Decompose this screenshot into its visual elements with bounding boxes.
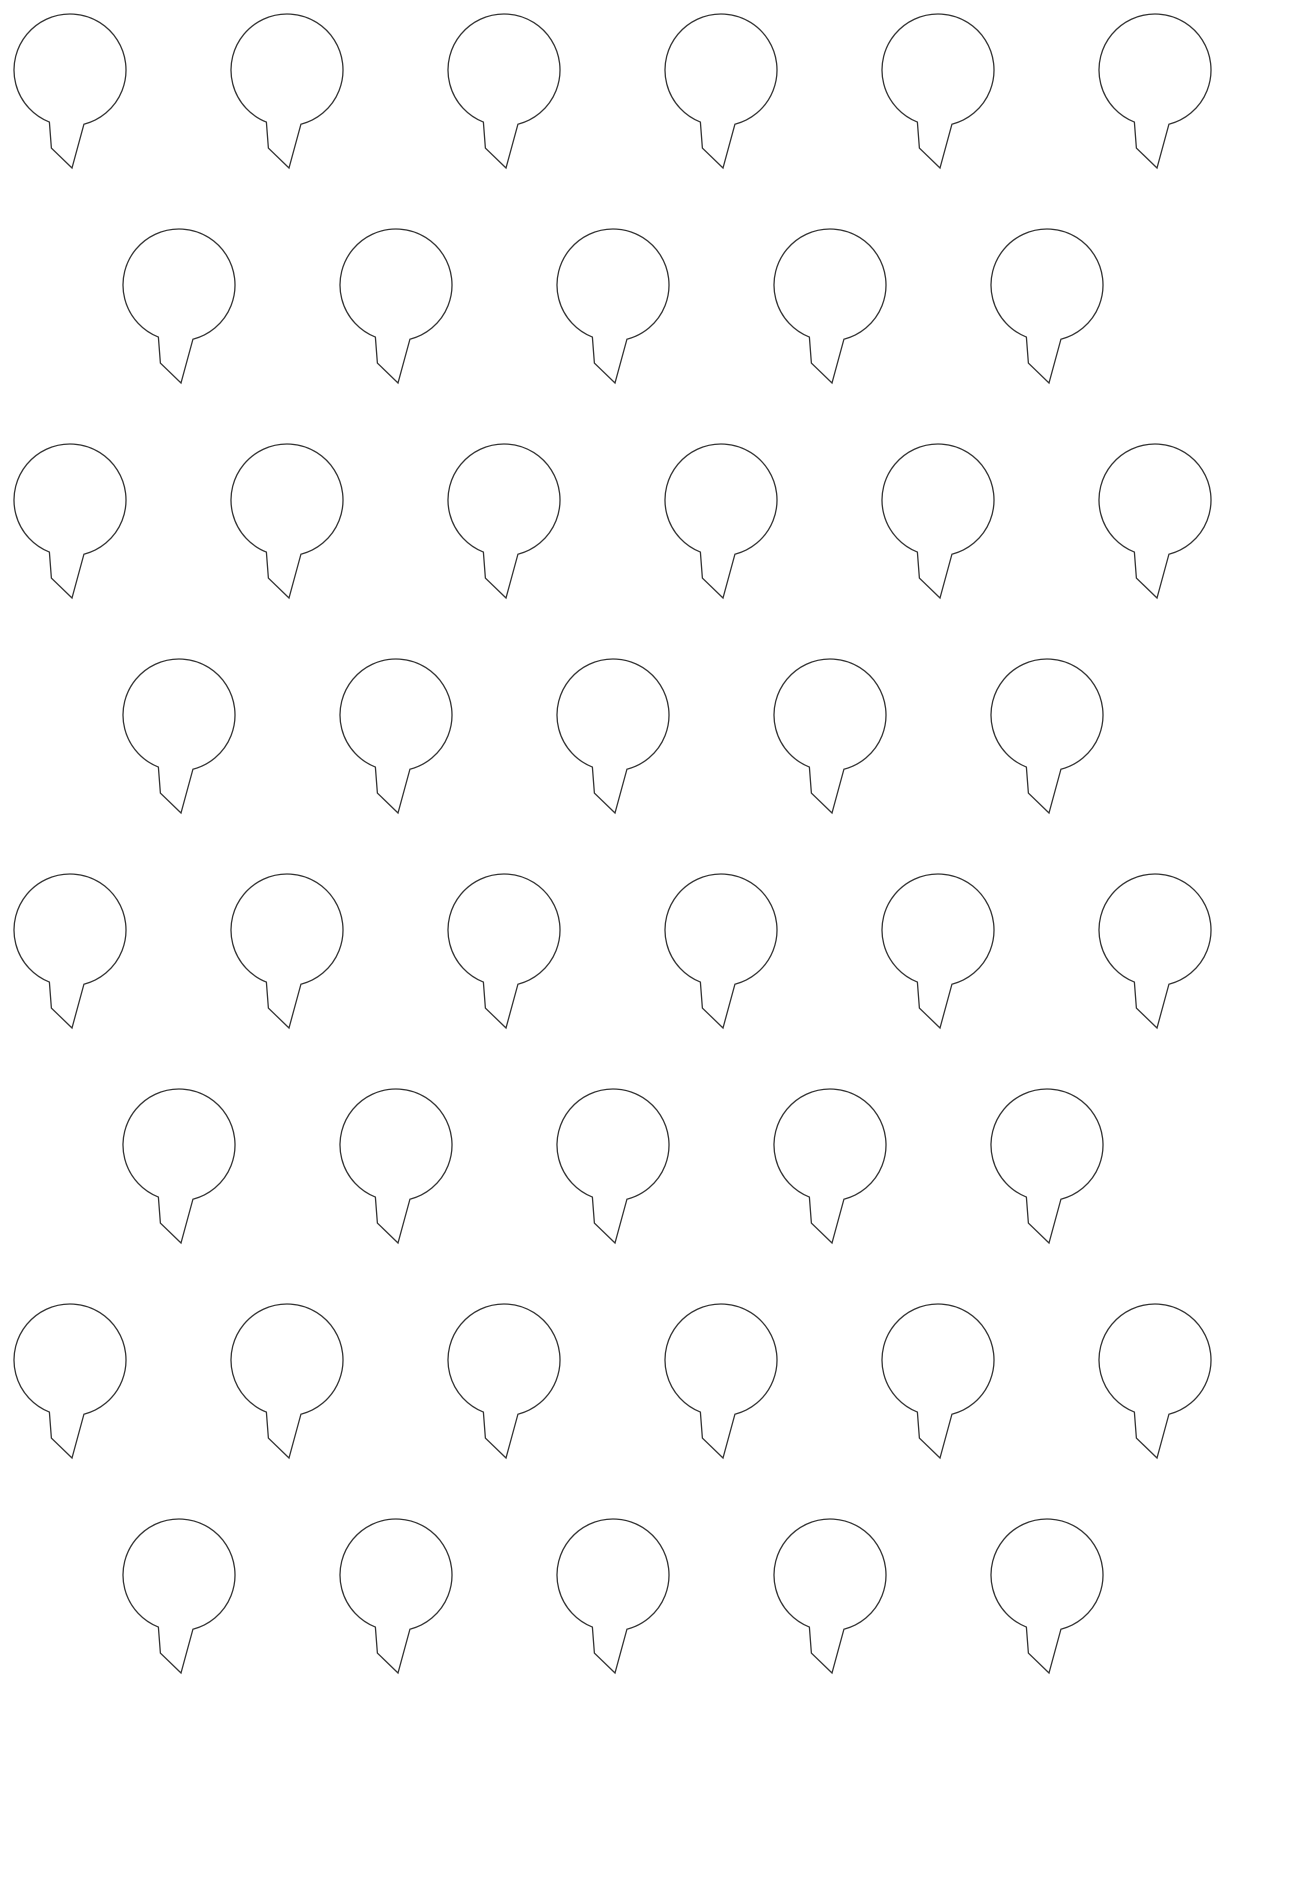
pin-background <box>990 1089 1103 1243</box>
pin-background <box>13 444 126 598</box>
pin-background <box>556 1519 669 1673</box>
pin-background <box>13 14 126 169</box>
map-pin <box>447 873 561 1030</box>
map-pin <box>122 658 236 815</box>
map-pin: i <box>447 13 561 170</box>
map-pin <box>556 658 670 815</box>
pin-background <box>773 1089 886 1243</box>
map-pin <box>230 873 344 1030</box>
pin-background <box>665 14 777 169</box>
map-pin <box>230 1303 344 1460</box>
map-pin <box>990 228 1104 385</box>
pin-background <box>340 659 452 813</box>
map-pin <box>13 443 127 600</box>
map-pin <box>122 1088 236 1245</box>
map-pin <box>990 1088 1104 1245</box>
map-pin <box>1098 873 1212 1030</box>
pin-background <box>774 229 887 383</box>
pin-background <box>664 444 777 598</box>
pin-background <box>557 229 670 383</box>
pin-background <box>990 658 1103 813</box>
pin-background <box>340 229 453 383</box>
map-pin <box>773 1088 887 1245</box>
pin-background <box>773 1519 886 1673</box>
map-pin: * * <box>339 228 453 385</box>
pin-background <box>447 444 560 598</box>
pin-background <box>882 14 995 169</box>
map-pin <box>13 13 127 170</box>
pin-background <box>882 444 994 598</box>
map-pin <box>339 1518 453 1675</box>
map-pin <box>122 228 236 385</box>
info-letter: i <box>497 47 511 92</box>
map-pin <box>881 13 995 170</box>
map-pin <box>881 1303 995 1460</box>
pin-background <box>556 1089 669 1243</box>
map-pin <box>122 1518 236 1675</box>
pin-background <box>1099 444 1211 598</box>
map-pin <box>13 873 127 1030</box>
map-pin <box>447 1303 561 1460</box>
pin-background <box>881 1304 994 1458</box>
map-pin <box>664 1303 778 1460</box>
map-pin <box>230 443 344 600</box>
map-pin <box>664 873 778 1030</box>
pin-background <box>122 1089 235 1243</box>
pin-background <box>230 1304 343 1458</box>
pin-background <box>990 1519 1103 1673</box>
pin-background <box>773 659 886 813</box>
map-pin <box>773 658 887 815</box>
pin-background <box>339 1518 452 1673</box>
map-pin <box>556 1088 670 1245</box>
pin-background <box>13 1303 126 1458</box>
pin-background <box>447 1304 560 1458</box>
pin-background <box>231 14 343 169</box>
map-pin <box>990 658 1104 815</box>
pin-background <box>339 1089 452 1243</box>
map-pin <box>1098 443 1212 600</box>
pin-background <box>556 659 669 813</box>
map-pin: * * <box>556 228 670 385</box>
pin-background <box>231 874 344 1028</box>
pin-background <box>122 1518 235 1673</box>
map-pin <box>339 658 453 815</box>
map-pin <box>13 1303 127 1460</box>
map-pin <box>773 1518 887 1675</box>
pin-background <box>1098 1304 1211 1458</box>
pin-background <box>664 1304 777 1458</box>
pin-background <box>991 229 1103 383</box>
pin-background <box>1099 14 1211 169</box>
pin-background <box>882 874 995 1028</box>
map-pin <box>990 1518 1104 1675</box>
map-pin <box>1098 1303 1212 1460</box>
pin-background <box>1099 874 1212 1028</box>
pin-background <box>122 659 235 813</box>
pin-background <box>665 874 778 1028</box>
map-pin: ♪♪ <box>447 443 561 600</box>
pin-background <box>123 229 236 383</box>
pin-background <box>448 874 561 1028</box>
map-pin <box>664 443 778 600</box>
map-pin <box>664 13 778 170</box>
map-pin <box>339 1088 453 1245</box>
map-pin <box>881 873 995 1030</box>
pin-background <box>230 444 343 598</box>
map-pin: * * <box>773 228 887 385</box>
map-pin <box>230 13 344 170</box>
pin-background <box>14 874 127 1028</box>
map-pin <box>881 443 995 600</box>
map-pin <box>556 1518 670 1675</box>
icon-sheet: i * * * * * * ♪♪ <box>13 13 1212 1675</box>
map-pin <box>1098 13 1212 170</box>
